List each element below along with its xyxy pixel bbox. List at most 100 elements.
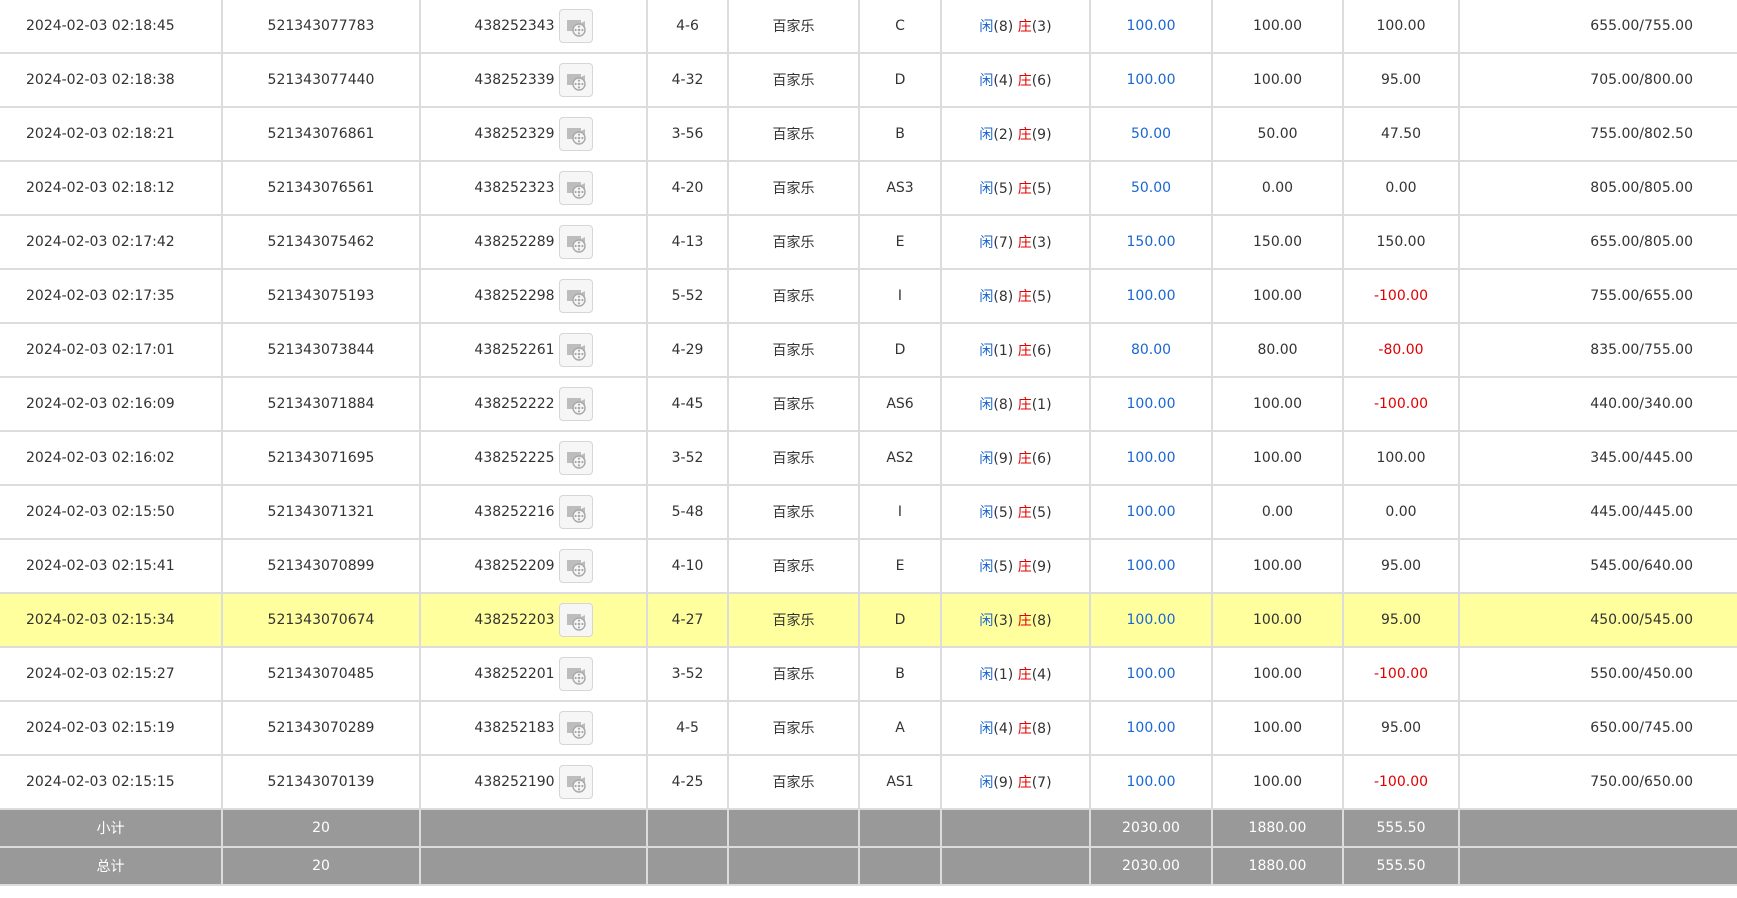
game-name: 百家乐 [728, 107, 860, 162]
order-number: 521343070139 [222, 755, 421, 810]
player-score: (4) [993, 73, 1014, 89]
table-number: 438252216 [474, 504, 555, 520]
video-replay-button[interactable] [558, 603, 593, 637]
banker-label: 庄 [1017, 397, 1032, 413]
player-score: (4) [993, 721, 1014, 737]
result-cell: 闲(5) 庄(9) [941, 539, 1091, 594]
banker-label: 庄 [1017, 559, 1032, 575]
table-row[interactable]: 2024-02-03 02:17:01 521343073844 4382522… [0, 323, 1737, 378]
bet-time: 2024-02-03 02:17:35 [0, 269, 223, 324]
table-row[interactable]: 2024-02-03 02:16:09 521343071884 4382522… [0, 377, 1737, 432]
bet-amount[interactable]: 100.00 [1090, 485, 1213, 540]
video-replay-button[interactable] [558, 117, 593, 151]
table-row[interactable]: 2024-02-03 02:15:27 521343070485 4382522… [0, 647, 1737, 702]
bet-amount[interactable]: 50.00 [1090, 161, 1213, 216]
banker-label: 庄 [1017, 235, 1032, 251]
video-replay-icon [566, 74, 586, 91]
player-score: (1) [993, 667, 1014, 683]
round-number: 4-27 [647, 593, 729, 648]
video-replay-icon [566, 776, 586, 793]
video-replay-icon [566, 506, 586, 523]
video-replay-button[interactable] [558, 387, 593, 421]
banker-label: 庄 [1017, 343, 1032, 359]
table-row[interactable]: 2024-02-03 02:18:38 521343077440 4382523… [0, 53, 1737, 108]
balance: 650.00/745.00 [1459, 701, 1737, 756]
video-replay-icon [566, 398, 586, 415]
table-row[interactable]: 2024-02-03 02:17:42 521343075462 4382522… [0, 215, 1737, 270]
video-replay-button[interactable] [558, 765, 593, 799]
table-row[interactable]: 2024-02-03 02:15:41 521343070899 4382522… [0, 539, 1737, 594]
table-row[interactable]: 2024-02-03 02:15:15 521343070139 4382521… [0, 755, 1737, 810]
video-replay-icon [566, 236, 586, 253]
table-row[interactable]: 2024-02-03 02:15:34 521343070674 4382522… [0, 593, 1737, 648]
table-number-cell: 438252339 [420, 53, 648, 108]
total-bet: 2030.00 [1090, 847, 1213, 886]
total-win-loss: 555.50 [1343, 847, 1460, 886]
bet-amount[interactable]: 100.00 [1090, 593, 1213, 648]
valid-bet: 0.00 [1212, 161, 1344, 216]
table-row[interactable]: 2024-02-03 02:18:21 521343076861 4382523… [0, 107, 1737, 162]
win-loss: 95.00 [1343, 539, 1460, 594]
order-number: 521343077440 [222, 53, 421, 108]
banker-score: (4) [1031, 667, 1052, 683]
video-replay-button[interactable] [558, 549, 593, 583]
bet-time: 2024-02-03 02:15:15 [0, 755, 223, 810]
result-cell: 闲(8) 庄(1) [941, 377, 1091, 432]
video-replay-button[interactable] [558, 711, 593, 745]
bet-amount[interactable]: 100.00 [1090, 53, 1213, 108]
win-loss: -80.00 [1343, 323, 1460, 378]
bet-amount[interactable]: 100.00 [1090, 377, 1213, 432]
bet-amount[interactable]: 100.00 [1090, 539, 1213, 594]
round-number: 4-29 [647, 323, 729, 378]
video-replay-button[interactable] [558, 333, 593, 367]
bet-amount[interactable]: 80.00 [1090, 323, 1213, 378]
table-number: 438252209 [474, 558, 555, 574]
video-replay-button[interactable] [558, 279, 593, 313]
bet-amount[interactable]: 100.00 [1090, 431, 1213, 486]
bet-amount[interactable]: 100.00 [1090, 755, 1213, 810]
table-row[interactable]: 2024-02-03 02:18:12 521343076561 4382523… [0, 161, 1737, 216]
player-label: 闲 [979, 451, 994, 467]
order-number: 521343070485 [222, 647, 421, 702]
table-row[interactable]: 2024-02-03 02:16:02 521343071695 4382522… [0, 431, 1737, 486]
win-loss: 100.00 [1343, 431, 1460, 486]
bet-amount[interactable]: 100.00 [1090, 647, 1213, 702]
video-replay-button[interactable] [558, 495, 593, 529]
round-number: 4-5 [647, 701, 729, 756]
video-replay-button[interactable] [558, 171, 593, 205]
table-row[interactable]: 2024-02-03 02:18:45 521343077783 4382523… [0, 0, 1737, 54]
table-row[interactable]: 2024-02-03 02:15:50 521343071321 4382522… [0, 485, 1737, 540]
total-valid-bet: 1880.00 [1212, 847, 1344, 886]
empty-cell [647, 809, 729, 848]
result-cell: 闲(8) 庄(3) [941, 0, 1091, 54]
video-replay-button[interactable] [558, 63, 593, 97]
win-loss: 95.00 [1343, 53, 1460, 108]
result-cell: 闲(1) 庄(6) [941, 323, 1091, 378]
video-replay-button[interactable] [558, 441, 593, 475]
table-row[interactable]: 2024-02-03 02:15:19 521343070289 4382521… [0, 701, 1737, 756]
video-replay-button[interactable] [558, 9, 593, 43]
banker-label: 庄 [1017, 667, 1032, 683]
seat: I [859, 269, 942, 324]
banker-score: (8) [1031, 613, 1052, 629]
subtotal-win-loss: 555.50 [1343, 809, 1460, 848]
bet-amount[interactable]: 100.00 [1090, 0, 1213, 54]
seat: E [859, 539, 942, 594]
valid-bet: 100.00 [1212, 593, 1344, 648]
video-replay-button[interactable] [558, 657, 593, 691]
bet-time: 2024-02-03 02:15:19 [0, 701, 223, 756]
bet-amount[interactable]: 50.00 [1090, 107, 1213, 162]
bet-amount[interactable]: 150.00 [1090, 215, 1213, 270]
bet-amount[interactable]: 100.00 [1090, 701, 1213, 756]
bet-amount[interactable]: 100.00 [1090, 269, 1213, 324]
win-loss: 100.00 [1343, 0, 1460, 54]
result-cell: 闲(1) 庄(4) [941, 647, 1091, 702]
empty-cell [728, 847, 860, 886]
table-row[interactable]: 2024-02-03 02:17:35 521343075193 4382522… [0, 269, 1737, 324]
table-number: 438252225 [474, 450, 555, 466]
result-cell: 闲(9) 庄(7) [941, 755, 1091, 810]
video-replay-button[interactable] [558, 225, 593, 259]
seat: AS1 [859, 755, 942, 810]
round-number: 4-32 [647, 53, 729, 108]
bet-time: 2024-02-03 02:16:09 [0, 377, 223, 432]
